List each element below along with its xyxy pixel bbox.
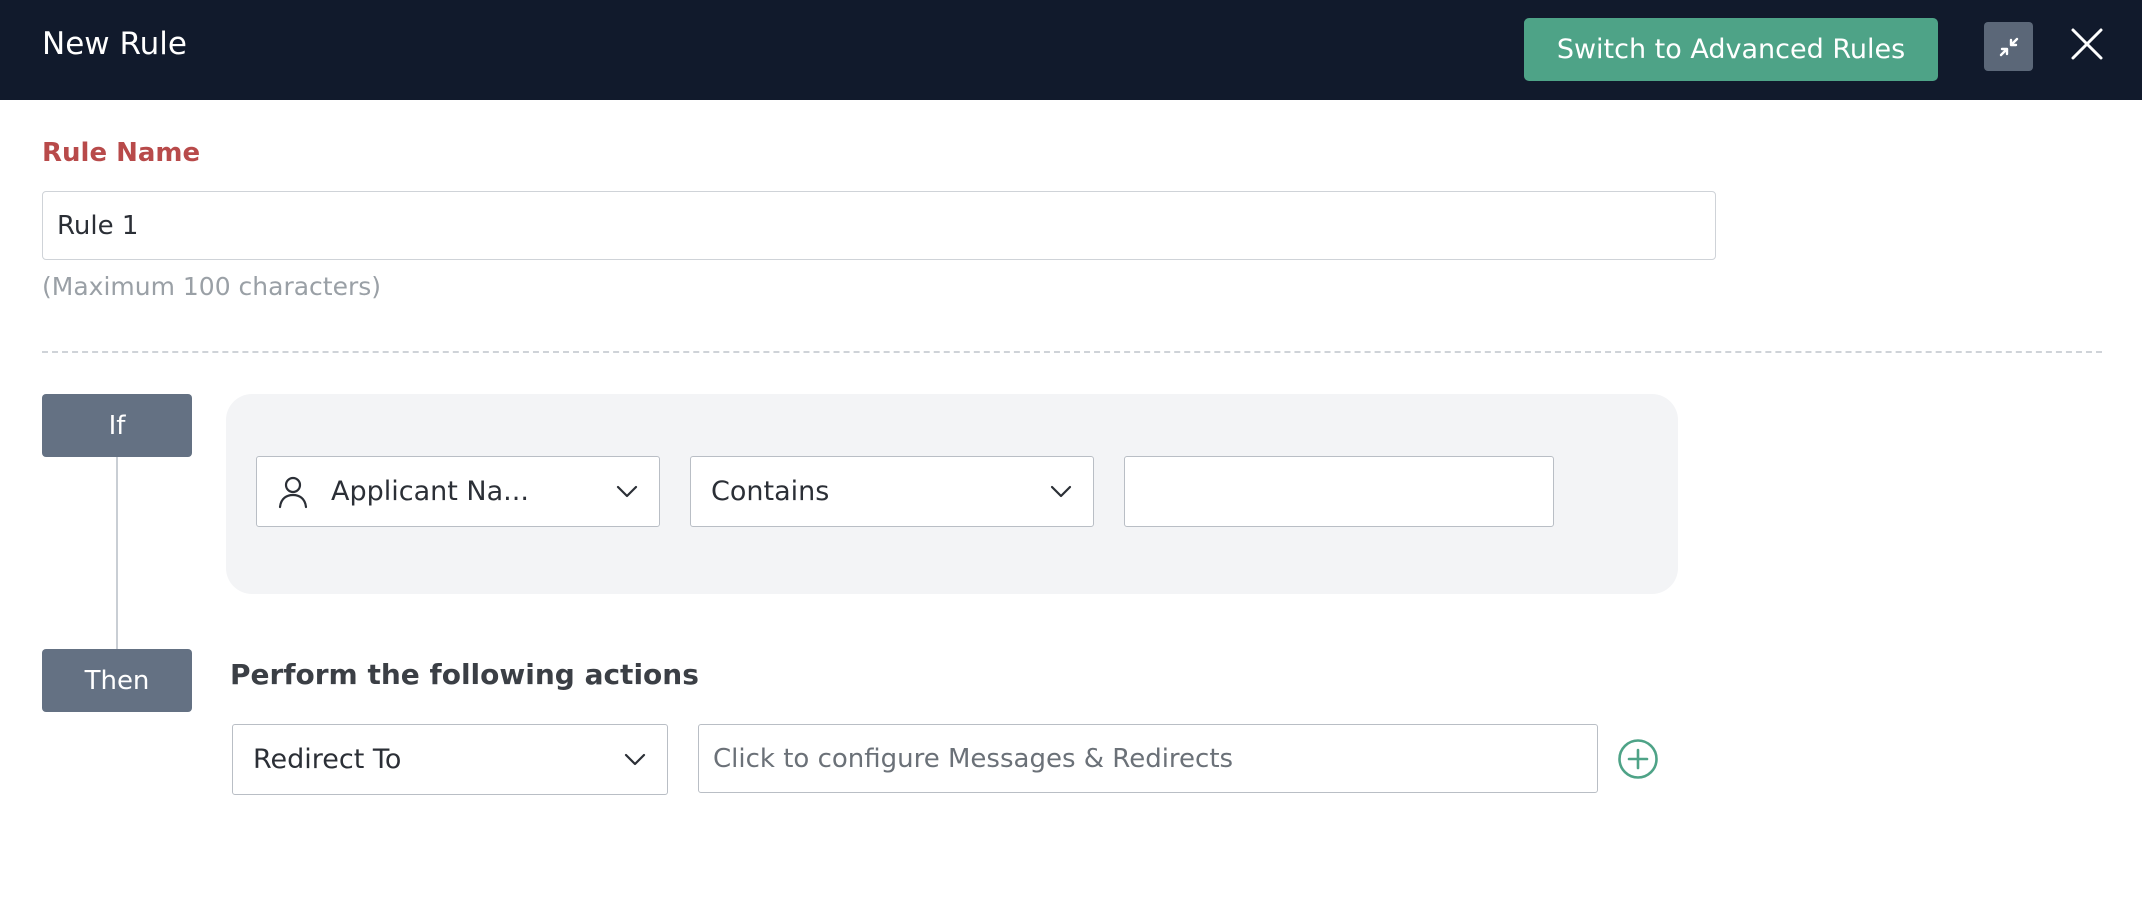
chevron-down-icon bbox=[624, 753, 646, 766]
then-tag: Then bbox=[42, 649, 192, 712]
condition-field-value: Applicant Na... bbox=[331, 476, 529, 507]
close-icon bbox=[2071, 28, 2103, 60]
step-connector bbox=[116, 457, 118, 649]
add-action-button[interactable] bbox=[1617, 738, 1659, 780]
close-button[interactable] bbox=[2068, 22, 2106, 66]
minimize-button[interactable] bbox=[1984, 22, 2033, 71]
actions-title: Perform the following actions bbox=[230, 658, 699, 691]
condition-operator-select[interactable]: Contains bbox=[690, 456, 1094, 527]
rule-name-input[interactable] bbox=[42, 191, 1716, 260]
chevron-down-icon bbox=[1050, 485, 1072, 498]
section-divider bbox=[42, 351, 2102, 353]
messages-redirects-input[interactable] bbox=[698, 724, 1598, 793]
action-type-value: Redirect To bbox=[253, 744, 402, 775]
modal-header: New Rule Switch to Advanced Rules bbox=[0, 0, 2142, 100]
modal-title: New Rule bbox=[42, 26, 187, 62]
condition-operator-value: Contains bbox=[711, 476, 830, 507]
person-icon bbox=[277, 475, 309, 509]
if-tag: If bbox=[42, 394, 192, 457]
condition-value-input[interactable] bbox=[1124, 456, 1554, 527]
collapse-arrows-icon bbox=[1999, 37, 2018, 56]
rule-name-hint: (Maximum 100 characters) bbox=[42, 272, 382, 301]
action-type-select[interactable]: Redirect To bbox=[232, 724, 668, 795]
condition-field-select[interactable]: Applicant Na... bbox=[256, 456, 660, 527]
rule-name-label: Rule Name bbox=[42, 138, 201, 168]
chevron-down-icon bbox=[616, 485, 638, 498]
switch-advanced-rules-button[interactable]: Switch to Advanced Rules bbox=[1524, 18, 1938, 81]
plus-circle-icon bbox=[1618, 739, 1658, 779]
